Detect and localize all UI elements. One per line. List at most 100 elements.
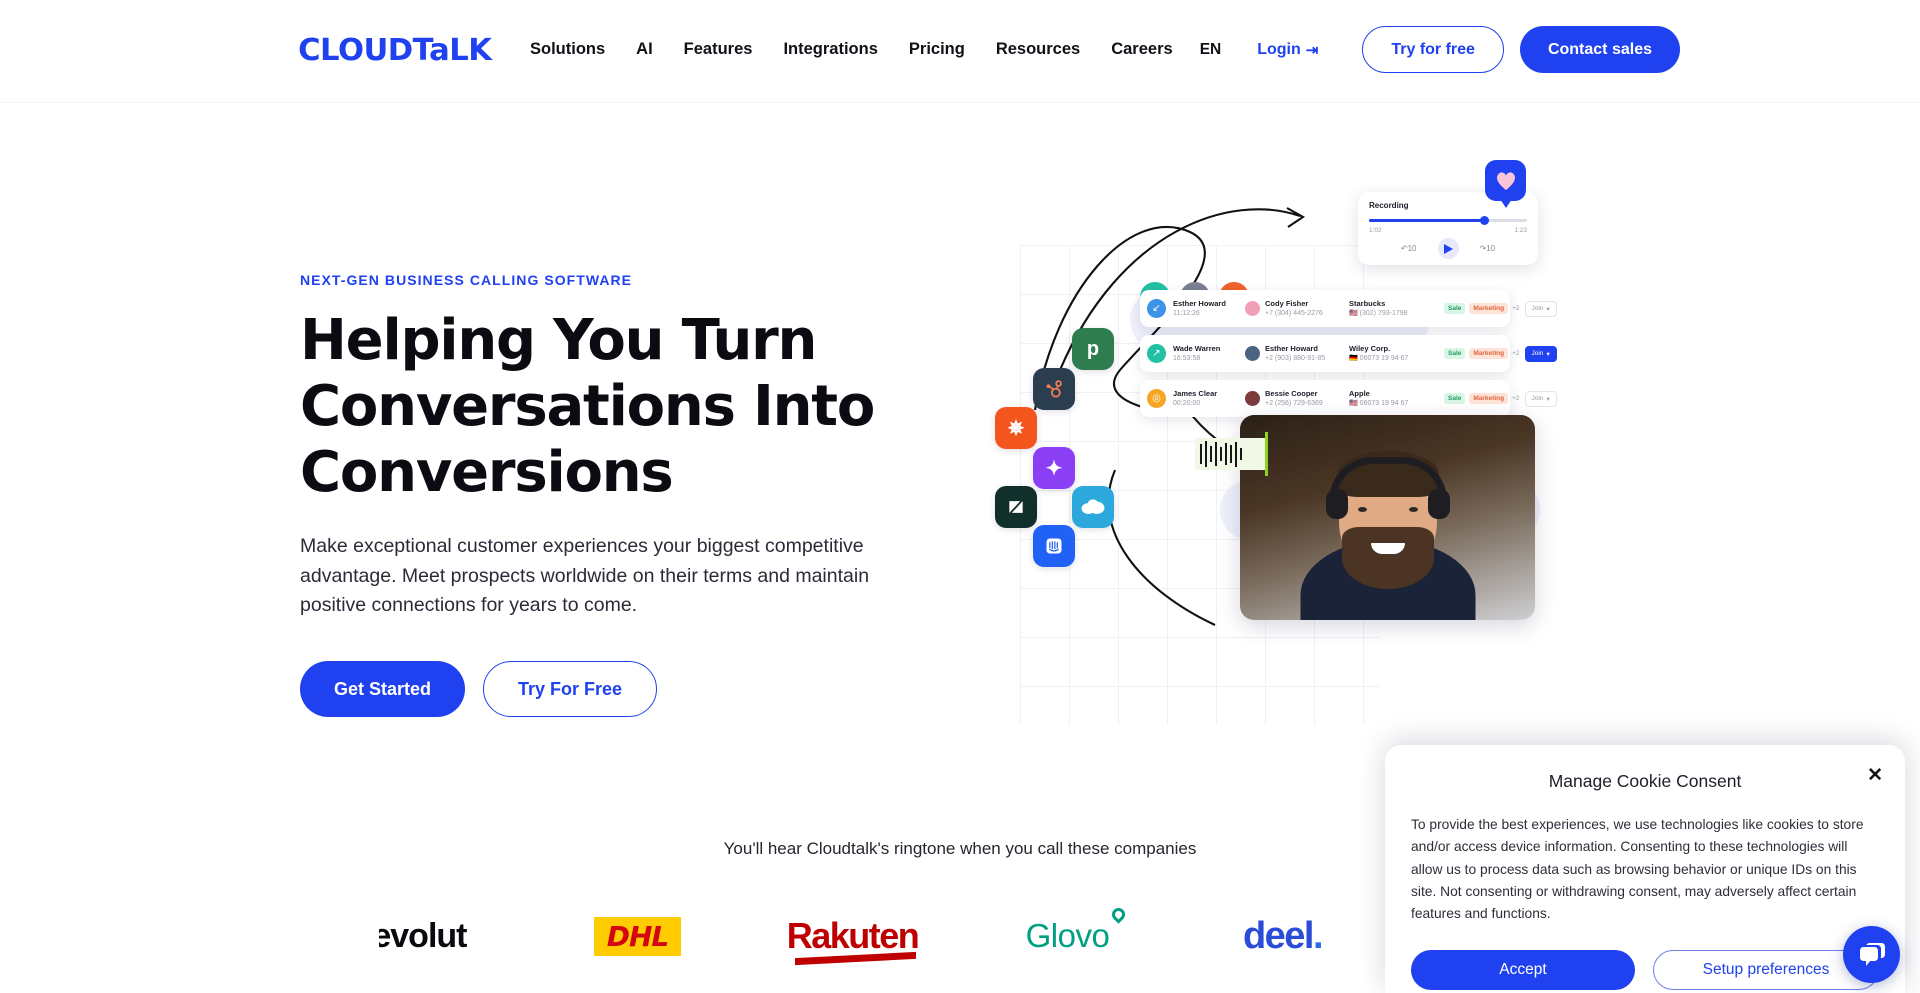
zendesk-glyph	[1009, 501, 1023, 513]
company-name: Starbucks	[1349, 298, 1386, 308]
language-selector[interactable]: EN	[1200, 41, 1222, 59]
company-cell: Wiley Corp. 🇩🇪 06073 19 94 67	[1349, 344, 1444, 364]
rewind-label: 10	[1407, 244, 1417, 253]
nav-item-resources[interactable]: Resources	[996, 40, 1080, 59]
tag-overflow-count: +2	[1512, 395, 1520, 402]
tag-group: Sale Marketing +2	[1444, 393, 1520, 404]
deel-wordmark: deel	[1242, 914, 1315, 957]
play-icon[interactable]	[1437, 238, 1459, 259]
contact-name: Bessie Cooper	[1265, 388, 1318, 398]
forward-10-icon[interactable]: ↷10	[1480, 244, 1496, 253]
hero-title-line-1: Helping You Turn	[300, 308, 817, 373]
recording-timestamps: 1:02 1:23	[1369, 227, 1527, 234]
contact-phone: +7 (304) 445-2276	[1265, 309, 1323, 317]
contact-cell: Esther Howard +2 (903) 880-91-85	[1245, 344, 1349, 364]
try-for-free-button[interactable]: Try for free	[1362, 26, 1504, 73]
company-name: Wiley Corp.	[1349, 343, 1391, 353]
table-row[interactable]: ◎ James Clear 00:20:00 Bessie Cooper +2 …	[1140, 380, 1557, 417]
hero-title-line-3: Conversions	[300, 440, 674, 506]
chat-bubble-icon[interactable]	[1843, 926, 1900, 983]
main-navigation: Solutions AI Features Integrations Prici…	[530, 40, 1173, 59]
company-cell: Starbucks 🇺🇸 (302) 793-1798	[1349, 299, 1444, 319]
headset-cup-left	[1325, 489, 1348, 519]
contact-name: Esther Howard	[1265, 343, 1318, 353]
hero-cta-group: Get Started Try For Free	[300, 661, 940, 718]
hero-illustration: ↷ ⇅ ↘ p ✵ ✦	[995, 160, 1660, 770]
contact-cell: Cody Fisher +7 (304) 445-2276	[1245, 299, 1349, 319]
zendesk-icon	[995, 486, 1037, 528]
nav-item-integrations[interactable]: Integrations	[783, 40, 877, 59]
get-started-button[interactable]: Get Started	[300, 661, 466, 718]
logo-cell: Rakuten	[745, 895, 960, 977]
deel-logo: deel.	[1242, 914, 1324, 958]
nav-item-pricing[interactable]: Pricing	[909, 40, 965, 59]
agent-name: Esther Howard	[1173, 298, 1226, 308]
call-time: 00:20:00	[1173, 399, 1201, 407]
recording-progress-bar[interactable]	[1369, 216, 1527, 225]
cookie-dialog-actions: Accept Setup preferences	[1411, 949, 1879, 990]
nav-item-careers[interactable]: Careers	[1111, 40, 1172, 59]
intercom-icon	[1033, 525, 1075, 567]
join-button[interactable]: Join ▾	[1524, 390, 1557, 407]
avatar	[1245, 391, 1260, 406]
progress-knob[interactable]	[1479, 216, 1489, 225]
company-name: Apple	[1349, 388, 1370, 398]
table-row[interactable]: ↗ Wade Warren 16:53:58 Esther Howard +2 …	[1140, 335, 1557, 372]
status-badge: Sale	[1444, 303, 1466, 314]
nav-item-features[interactable]: Features	[684, 40, 753, 59]
play-triangle	[1443, 243, 1453, 254]
chevron-down-icon: ▾	[1546, 305, 1550, 313]
call-time: 11:12:26	[1173, 309, 1200, 317]
salesforce-icon	[1072, 486, 1114, 528]
header-actions: EN Login ⇥ Try for free Contact sales	[1200, 26, 1680, 73]
glovo-pin-icon	[1109, 905, 1129, 924]
join-button[interactable]: Join ▾	[1524, 345, 1557, 362]
agent-name: James Clear	[1173, 388, 1218, 398]
revolut-logo: Revolut	[378, 916, 467, 955]
waveform-trim-handle[interactable]	[1265, 432, 1268, 476]
tag-overflow-count: +2	[1512, 350, 1520, 357]
login-link[interactable]: Login ⇥	[1257, 41, 1318, 59]
photo-beard	[1341, 527, 1434, 589]
join-label: Join	[1531, 305, 1544, 312]
try-for-free-hero-button[interactable]: Try For Free	[483, 661, 658, 718]
status-badge: Sale	[1444, 393, 1466, 404]
rewind-10-icon[interactable]: ↶10	[1401, 244, 1417, 253]
status-badge: Sale	[1444, 348, 1466, 359]
dhl-logo: DHL	[593, 916, 682, 956]
contact-sales-button[interactable]: Contact sales	[1519, 26, 1680, 73]
photo-eye-left	[1357, 507, 1367, 512]
login-label: Login	[1257, 40, 1301, 58]
incoming-call-icon: ↙	[1147, 299, 1166, 318]
agent-cell: Esther Howard 11:12:26	[1173, 299, 1245, 319]
nav-item-solutions[interactable]: Solutions	[530, 40, 605, 59]
company-phone: 🇩🇪 06073 19 94 67	[1349, 354, 1444, 363]
country-flag-icon: 🇩🇪	[1349, 354, 1358, 362]
page-root: CLOUDTaLK Solutions AI Features Integrat…	[0, 0, 1920, 993]
salesforce-cloud-glyph	[1081, 499, 1105, 514]
accept-cookies-button[interactable]: Accept	[1411, 949, 1635, 990]
table-row[interactable]: ↙ Esther Howard 11:12:26 Cody Fisher +7 …	[1140, 290, 1557, 327]
country-flag-icon: 🇺🇸	[1349, 309, 1358, 317]
cloudtalk-logo[interactable]: CLOUDTaLK	[298, 33, 492, 68]
join-button[interactable]: Join ▾	[1524, 300, 1557, 317]
company-phone: 🇺🇸 06073 19 94 67	[1349, 399, 1444, 408]
chat-glyph	[1859, 942, 1885, 966]
agent-name: Wade Warren	[1173, 343, 1221, 353]
logo-cell: Revolut	[315, 895, 530, 977]
hero-title-line-2: Conversations Into	[300, 374, 875, 440]
company-phone-number: (302) 793-1798	[1359, 309, 1408, 317]
deel-dot: .	[1312, 914, 1324, 957]
photo-eye-right	[1408, 507, 1418, 512]
company-cell: Apple 🇺🇸 06073 19 94 67	[1349, 389, 1444, 409]
nav-item-ai[interactable]: AI	[636, 40, 653, 59]
avatar	[1245, 301, 1260, 316]
heart-glyph	[1496, 171, 1515, 190]
close-icon[interactable]: ✕	[1867, 766, 1883, 785]
hubspot-icon	[1033, 368, 1075, 410]
tag-group: Sale Marketing +2	[1444, 348, 1520, 359]
logo-cell: Glovo	[960, 895, 1175, 977]
hero-subtitle: Make exceptional customer experiences yo…	[300, 535, 870, 617]
country-flag-icon: 🇺🇸	[1349, 399, 1358, 407]
status-badge: Marketing	[1469, 303, 1509, 314]
